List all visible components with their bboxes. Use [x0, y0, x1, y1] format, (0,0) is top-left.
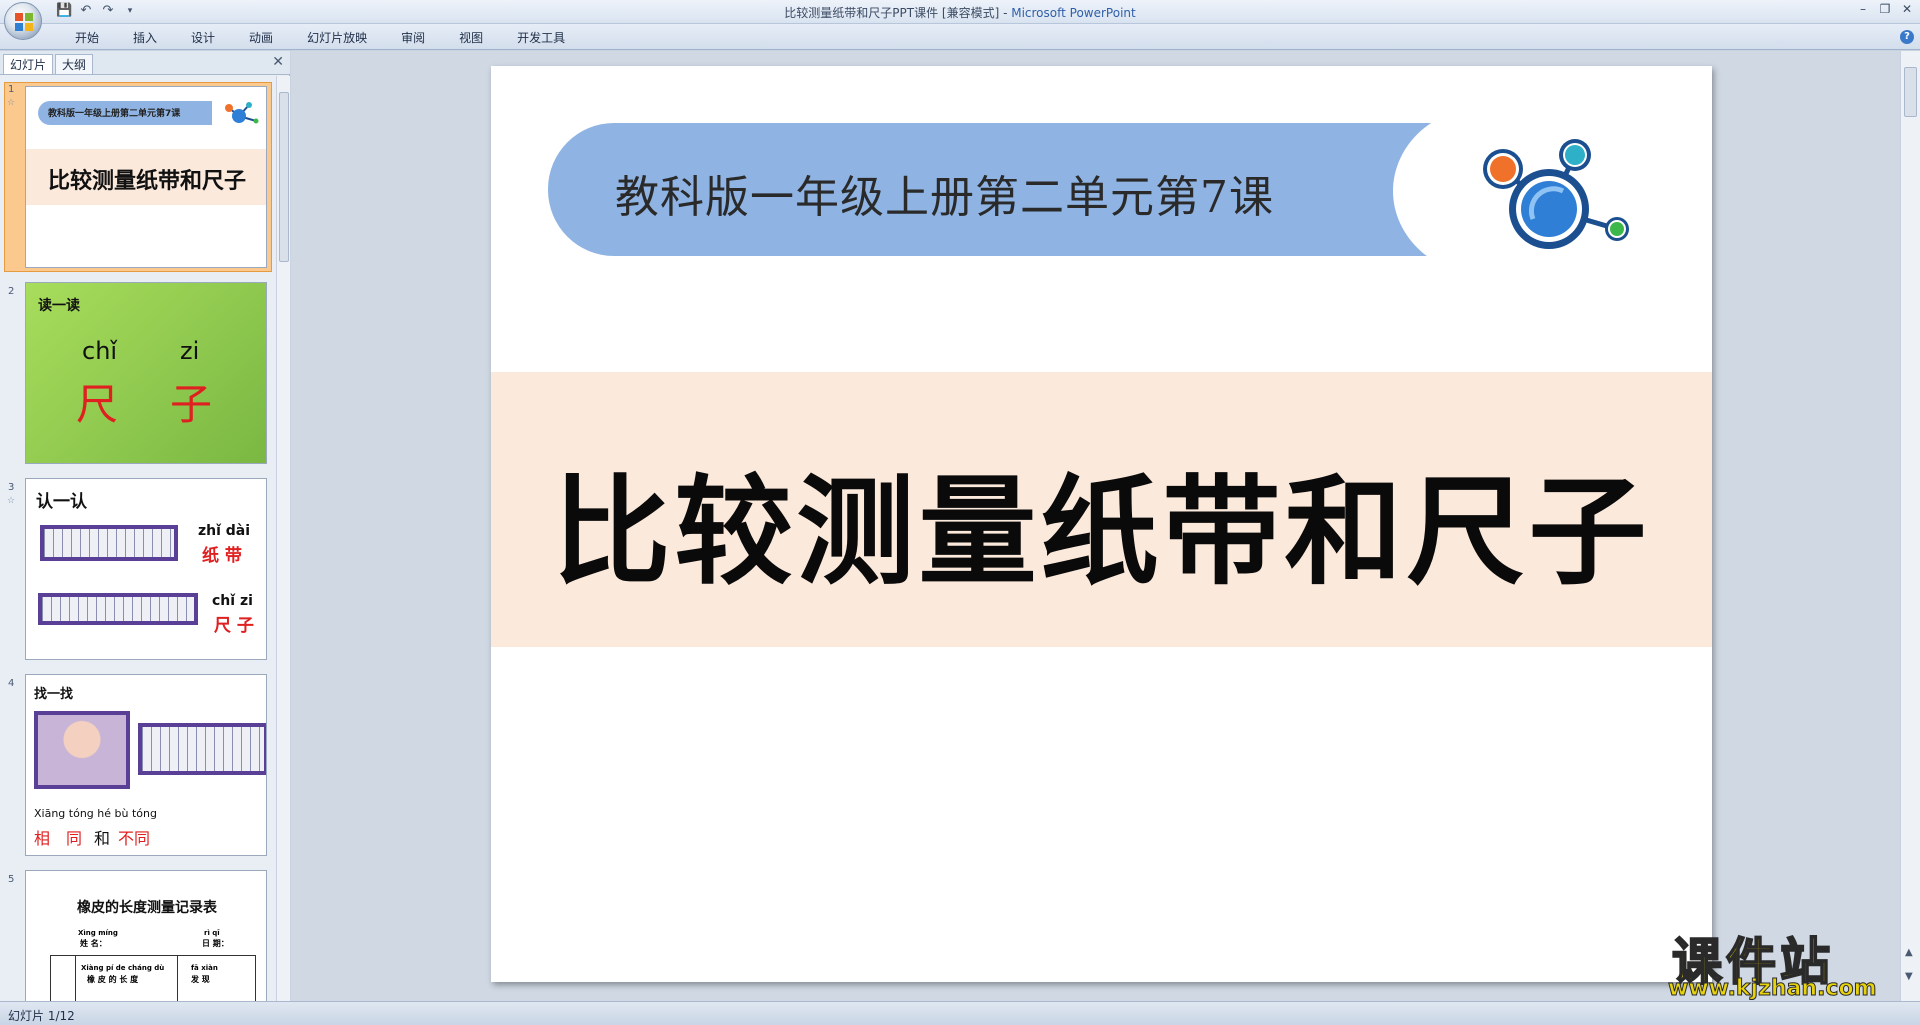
- slide-number: 1: [8, 84, 15, 95]
- thumb-title: 比较测量纸带和尺子: [47, 168, 246, 194]
- hanzi-text: 尺: [76, 380, 119, 429]
- title-separator: -: [999, 6, 1012, 20]
- slide-number: 4: [8, 678, 15, 689]
- tab-view[interactable]: 视图: [442, 29, 500, 46]
- pinyin-text: zhǐ dài: [198, 523, 251, 539]
- office-button[interactable]: [4, 2, 42, 40]
- label-text: 日 期：: [202, 939, 229, 948]
- tab-review[interactable]: 审阅: [384, 29, 442, 46]
- slide-thumbnails: 1 ☆ 教科版一年级上册第二单元第7课 比较测量纸带和尺子 2 读一读 chǐ …: [0, 76, 272, 1001]
- thumb-heading: 橡皮的长度测量记录表: [77, 900, 217, 916]
- slide-thumbnail-1[interactable]: 教科版一年级上册第二单元第7课 比较测量纸带和尺子: [25, 86, 267, 268]
- thumb-subtitle: 教科版一年级上册第二单元第7课: [48, 109, 181, 119]
- pinyin-text: Xiàng pí de cháng dù: [81, 964, 165, 972]
- pinyin-text: fā xiàn: [191, 964, 218, 972]
- pinyin-text: chǐ zi: [212, 593, 253, 609]
- tab-slides[interactable]: 幻灯片: [3, 54, 54, 74]
- slide-number: 2: [8, 286, 15, 297]
- hanzi-text: 尺 子: [214, 616, 254, 636]
- molecule-icon: [1483, 139, 1629, 249]
- pinyin-text: Xìng míng: [78, 929, 118, 937]
- ribbon: 开始 插入 设计 动画 幻灯片放映 审阅 视图 开发工具 ?: [0, 24, 1920, 50]
- current-slide[interactable]: 教科版一年级上册第二单元第7课 比较测量纸带和尺子: [491, 66, 1712, 982]
- record-table: Xiàng pí de cháng dù 橡 皮 的 长 度 fā xiàn 发…: [50, 955, 256, 1001]
- animation-star-icon: ☆: [7, 496, 16, 506]
- help-icon[interactable]: ?: [1900, 30, 1914, 44]
- tab-slideshow[interactable]: 幻灯片放映: [290, 29, 384, 46]
- ruler-image: [138, 723, 266, 775]
- slide-thumbnail-4[interactable]: 找一找 Xiāng tóng hé bù tóng 相 同 和 不同: [25, 674, 267, 856]
- tab-home[interactable]: 开始: [58, 29, 116, 46]
- label-text: 姓 名：: [80, 939, 107, 948]
- window-title: 比较测量纸带和尺子PPT课件 [兼容模式] - Microsoft PowerP…: [0, 4, 1920, 21]
- label-text: 发 现: [191, 975, 210, 984]
- thumbnails-scrollbar[interactable]: [276, 76, 290, 1001]
- pinyin-text: zi: [180, 337, 200, 365]
- label-text: 橡 皮 的 长 度: [87, 975, 139, 984]
- close-panel-icon[interactable]: ✕: [272, 54, 284, 70]
- close-icon[interactable]: ✕: [1900, 2, 1914, 16]
- slides-panel: 幻灯片 大纲 ✕ 1 ☆ 教科版一年级上册第二单元第7课 比较测量纸带和尺子 2: [0, 51, 290, 1001]
- tab-design[interactable]: 设计: [174, 29, 232, 46]
- watermark-logo: 课件站 www.kjzhan.com: [1668, 922, 1908, 1002]
- app-name: Microsoft PowerPoint: [1011, 6, 1136, 20]
- slide-thumbnail-3[interactable]: 认一认 zhǐ dài 纸 带 chǐ zi 尺 子: [25, 478, 267, 660]
- hanzi-text: 纸 带: [202, 546, 242, 566]
- slide-number: 3: [8, 482, 15, 493]
- tab-animations[interactable]: 动画: [232, 29, 290, 46]
- hanzi-text: 和: [94, 829, 111, 848]
- paper-strip-image: [40, 525, 178, 561]
- restore-icon[interactable]: ❐: [1878, 2, 1892, 16]
- hanzi-text: 同: [66, 829, 83, 848]
- pinyin-text: rì qī: [204, 929, 220, 937]
- editor-scrollbar[interactable]: ▲ ▼: [1900, 51, 1920, 1001]
- thumb-heading: 读一读: [38, 298, 80, 314]
- pinyin-text: chǐ: [82, 337, 118, 365]
- slide-count-status: 幻灯片 1/12: [8, 1009, 75, 1023]
- panel-tabs: 幻灯片 大纲 ✕: [0, 51, 290, 75]
- thumb-heading: 找一找: [34, 687, 74, 702]
- slide-thumbnail-2[interactable]: 读一读 chǐ zi 尺 子: [25, 282, 267, 464]
- title-bar: 💾 ↶ ↷ ▾ 比较测量纸带和尺子PPT课件 [兼容模式] - Microsof…: [0, 0, 1920, 24]
- tab-insert[interactable]: 插入: [116, 29, 174, 46]
- hanzi-text: 不同: [118, 829, 151, 848]
- molecule-icon: [225, 102, 259, 124]
- ribbon-tabs: 开始 插入 设计 动画 幻灯片放映 审阅 视图 开发工具: [58, 29, 582, 46]
- watermark-url: www.kjzhan.com: [1668, 976, 1878, 1002]
- minimize-icon[interactable]: –: [1856, 2, 1870, 16]
- document-name: 比较测量纸带和尺子PPT课件 [兼容模式]: [784, 6, 1000, 20]
- tab-developer[interactable]: 开发工具: [500, 29, 582, 46]
- slide-title[interactable]: 比较测量纸带和尺子: [491, 436, 1712, 607]
- slide-subtitle[interactable]: 教科版一年级上册第二单元第7课: [491, 161, 1398, 225]
- thumb-heading: 认一认: [36, 492, 87, 512]
- slide-number: 5: [8, 874, 15, 885]
- pinyin-line: Xiāng tóng hé bù tóng: [34, 807, 157, 820]
- status-bar: 幻灯片 1/12: [0, 1001, 1920, 1025]
- window-controls: – ❐ ✕: [1856, 2, 1914, 16]
- office-logo-icon: [15, 13, 33, 31]
- ruler-image: [38, 593, 198, 625]
- hanzi-text: 相: [34, 829, 51, 848]
- hanzi-text: 子: [170, 380, 213, 429]
- animation-star-icon: ☆: [7, 98, 16, 108]
- slide-thumbnail-5[interactable]: 橡皮的长度测量记录表 Xìng míng 姓 名： rì qī 日 期： Xià…: [25, 870, 267, 1001]
- tape-measure-image: [34, 711, 130, 789]
- tab-outline[interactable]: 大纲: [55, 54, 94, 74]
